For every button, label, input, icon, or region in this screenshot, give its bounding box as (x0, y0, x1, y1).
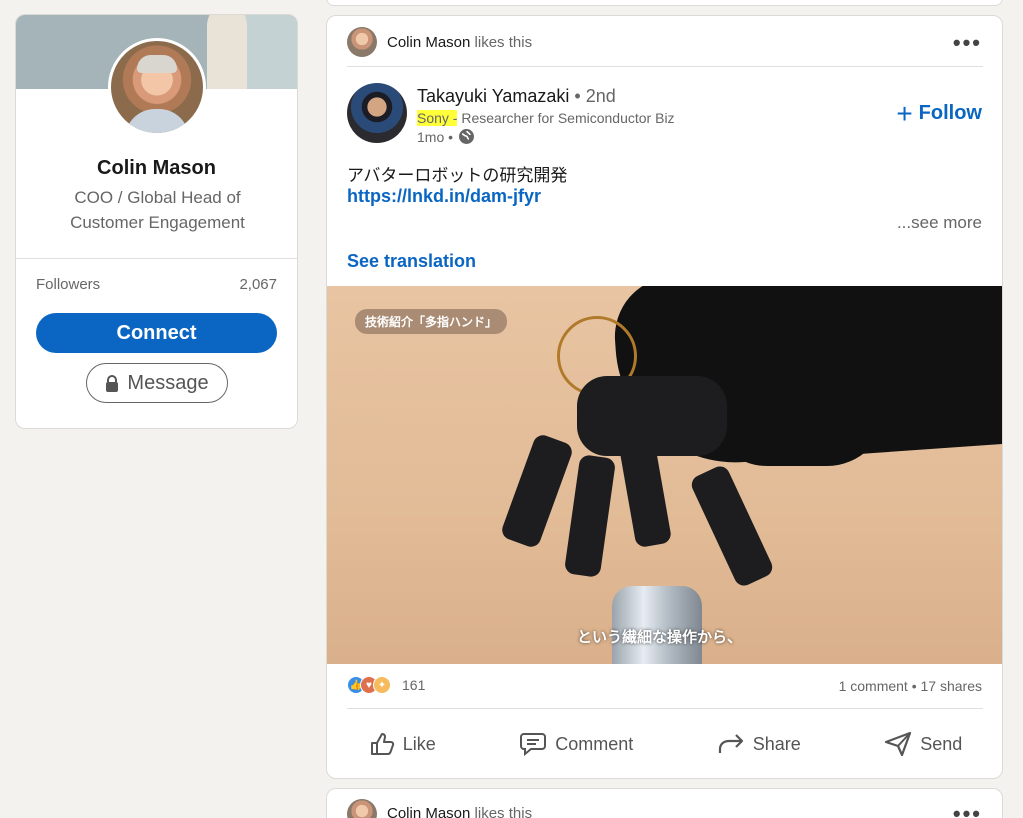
comment-button[interactable]: Comment (519, 731, 633, 757)
social-actor-name[interactable]: Colin Mason (387, 805, 470, 818)
headline-text: Researcher for Semiconductor Biz (461, 110, 675, 126)
globe-icon (458, 128, 475, 145)
more-options-icon[interactable]: ••• (953, 803, 982, 818)
post-link[interactable]: https://lnkd.in/dam-jfyr (347, 186, 541, 207)
comment-label: Comment (555, 733, 634, 754)
message-label: Message (127, 371, 209, 394)
lightbulb-reaction-icon: ✦ (373, 676, 391, 694)
send-button[interactable]: Send (884, 731, 962, 757)
author-headline: Sony - Researcher for Semiconductor Biz (417, 110, 675, 126)
profile-card: Colin Mason COO / Global Head of Custome… (15, 14, 298, 429)
post-stats[interactable]: 1 comment • 17 shares (839, 678, 982, 694)
follow-button[interactable]: + Follow (896, 97, 982, 129)
divider (347, 66, 983, 67)
profile-name[interactable]: Colin Mason (16, 157, 297, 180)
author-avatar[interactable] (347, 83, 407, 143)
followers-label: Followers (36, 276, 101, 293)
social-actor-avatar[interactable] (347, 27, 377, 57)
comment-icon (519, 731, 547, 757)
see-translation-link[interactable]: See translation (347, 251, 476, 272)
like-label: Like (402, 733, 436, 754)
message-button[interactable]: Message (86, 363, 228, 403)
connection-degree: • 2nd (574, 86, 616, 106)
send-icon (884, 731, 912, 757)
follow-label: Follow (918, 102, 982, 124)
video-caption: という繊細な操作から、 (577, 629, 743, 646)
previous-post-edge (326, 0, 1003, 6)
profile-headline: COO / Global Head of Customer Engagement (70, 188, 245, 232)
feed-post: Colin Mason likes this ••• Takayuki Yama… (326, 15, 1003, 779)
share-button[interactable]: Share (717, 731, 801, 757)
social-actor-name[interactable]: Colin Mason (387, 34, 470, 51)
reactions-summary[interactable]: 👍 ♥ ✦ 161 (347, 676, 425, 694)
post-video[interactable]: 技術紹介「多指ハンド」 という繊細な操作から、 (327, 286, 1002, 664)
more-options-icon[interactable]: ••• (953, 32, 982, 54)
send-label: Send (920, 733, 963, 754)
feed-post-next: Colin Mason likes this ••• (326, 788, 1003, 818)
social-actor-avatar[interactable] (347, 799, 377, 818)
connect-button[interactable]: Connect (36, 313, 277, 353)
social-context: Colin Mason likes this (387, 805, 532, 818)
see-more-link[interactable]: ...see more (897, 213, 982, 233)
post-meta: 1mo • (417, 128, 475, 145)
share-label: Share (752, 733, 801, 754)
share-arrow-icon (717, 731, 745, 757)
plus-icon: + (896, 97, 913, 129)
social-action: likes this (474, 34, 533, 51)
lock-icon (105, 374, 119, 392)
divider (347, 708, 983, 709)
thumbs-up-icon (369, 731, 395, 757)
divider (16, 258, 297, 259)
followers-count: 2,067 (239, 276, 277, 293)
author-name[interactable]: Takayuki Yamazaki (417, 86, 569, 106)
like-button[interactable]: Like (369, 731, 436, 757)
social-context: Colin Mason likes this (387, 34, 532, 51)
can (612, 586, 702, 664)
video-badge: 技術紹介「多指ハンド」 (355, 309, 508, 334)
author-name-line: Takayuki Yamazaki • 2nd (417, 86, 616, 107)
post-time: 1mo • (417, 128, 454, 145)
avatar[interactable] (108, 38, 206, 136)
post-text: アバターロボットの研究開発 (347, 166, 568, 185)
social-action: likes this (474, 805, 533, 818)
reaction-count: 161 (402, 677, 426, 693)
post-action-bar: Like Comment Share Send (327, 716, 1002, 772)
headline-highlight: Sony - (417, 110, 458, 126)
